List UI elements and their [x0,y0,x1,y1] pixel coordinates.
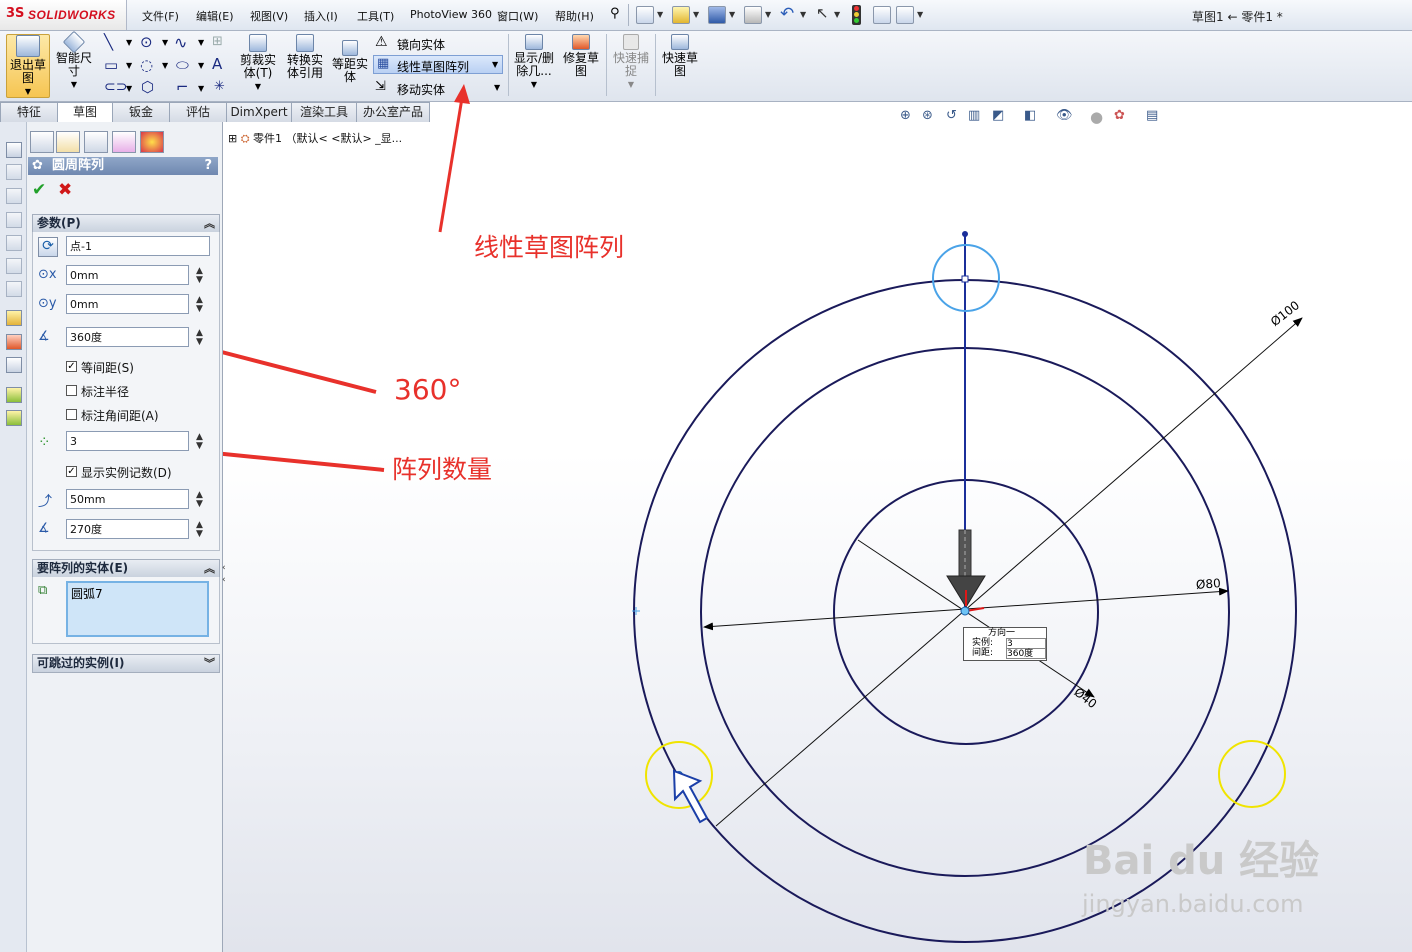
angle-spinner[interactable]: ▲ ▼ [196,329,203,347]
annotation-arrow-linear-pattern [438,84,470,233]
iso-view-icon[interactable] [6,142,22,158]
back-view-icon[interactable] [6,235,22,251]
pm-title-bar: ✿ 圆周阵列 ? [28,157,218,175]
entity-item[interactable]: 圆弧7 [71,587,103,601]
baidu-watermark-logo: Bai du 经验 [1083,838,1320,884]
display-manager-tab-icon[interactable] [140,131,164,153]
instances-spinner[interactable]: ▲ ▼ [196,433,203,451]
add-relation-icon[interactable] [6,334,22,350]
center-x-spinner[interactable]: ▲ ▼ [196,267,203,285]
collapse-chevron-icon[interactable]: ︽ [204,560,215,577]
display-relations-icon[interactable] [6,357,22,373]
dim-radius-label: 标注半径 [81,385,130,399]
help-button[interactable]: ? [204,157,212,175]
sketch-tool-icon[interactable] [6,310,22,326]
panel-splitter-handle[interactable]: ‹ ‹ [222,562,230,588]
center-x-icon: ⊙x [38,267,57,282]
annotation-arrow-angle [196,340,377,394]
dim-angle-spacing-label: 标注角间距(A) [81,409,159,423]
right-view-icon[interactable] [6,212,22,228]
baidu-watermark-url: jingyan.baidu.com [1082,890,1304,918]
center-y-spinner[interactable]: ▲ ▼ [196,296,203,314]
ok-check-icon[interactable]: ✔ [32,180,46,200]
dim-radius-checkbox[interactable] [66,385,77,396]
parameters-group-header[interactable]: 参数(P) ︽ [32,214,220,233]
entities-group-header[interactable]: 要阵列的实体(E) ︽ [32,559,220,578]
angle-icon: ∡ [38,329,50,344]
entities-list-box[interactable]: 圆弧7 [66,581,209,637]
front-view-icon[interactable] [6,164,22,180]
show-instance-count-checkbox[interactable]: ✓ [66,466,77,477]
top-view-icon[interactable] [6,188,22,204]
feature-manager-tab-icon[interactable] [30,131,54,153]
pm-title: 圆周阵列 [52,158,105,173]
expand-chevron-icon[interactable]: ︾ [204,655,215,672]
normal-to-icon[interactable] [6,281,22,297]
center-y-input[interactable]: 0mm [66,294,189,314]
cancel-x-icon[interactable]: ✖ [58,180,72,200]
center-x-input[interactable]: 0mm [66,265,189,285]
annotation-linear-pattern: 线性草图阵列 [474,233,625,262]
center-y-icon: ⊙y [38,296,57,311]
circular-pattern-icon: ✿ [32,158,43,173]
layer-icon[interactable] [6,387,22,403]
arc-angle-icon: ∡ [38,521,50,536]
bottom-view-icon[interactable] [6,258,22,274]
skipped-instances-label: 可跳过的实例(I) [37,656,125,670]
annotation-count: 阵列数量 [392,455,493,484]
arc-angle-spinner[interactable]: ▲ ▼ [196,521,203,539]
layer-properties-icon[interactable] [6,410,22,426]
dim-angle-spacing-checkbox[interactable] [66,409,77,420]
radius-input[interactable]: 50mm [66,489,189,509]
property-manager-tab-icon[interactable] [56,131,80,153]
parameters-group-label: 参数(P) [37,216,81,230]
skipped-instances-group-header[interactable]: 可跳过的实例(I) ︾ [32,654,220,673]
dimxpert-manager-tab-icon[interactable] [112,131,136,153]
center-point-field[interactable]: 点-1 [66,236,210,256]
arc-angle-input[interactable]: 270度 [66,519,189,539]
instances-input[interactable]: 3 [66,431,189,451]
configuration-manager-tab-icon[interactable] [84,131,108,153]
equal-spacing-checkbox[interactable]: ✓ [66,361,77,372]
annotation-angle: 360° [394,373,462,406]
radius-icon: ⤴ [38,494,52,510]
equal-spacing-label: 等间距(S) [81,361,134,375]
entities-group-label: 要阵列的实体(E) [37,561,129,575]
instances-count-icon: ⁘ [38,433,51,451]
show-instance-count-label: 显示实例记数(D) [81,466,172,480]
reverse-direction-icon[interactable]: ⟳ [38,237,58,257]
radius-spinner[interactable]: ▲ ▼ [196,491,203,509]
collapse-chevron-icon[interactable]: ︽ [204,215,215,232]
annotation-arrow-count [198,444,385,472]
entities-selection-icon: ⧉ [38,583,48,598]
angle-input[interactable]: 360度 [66,327,189,347]
